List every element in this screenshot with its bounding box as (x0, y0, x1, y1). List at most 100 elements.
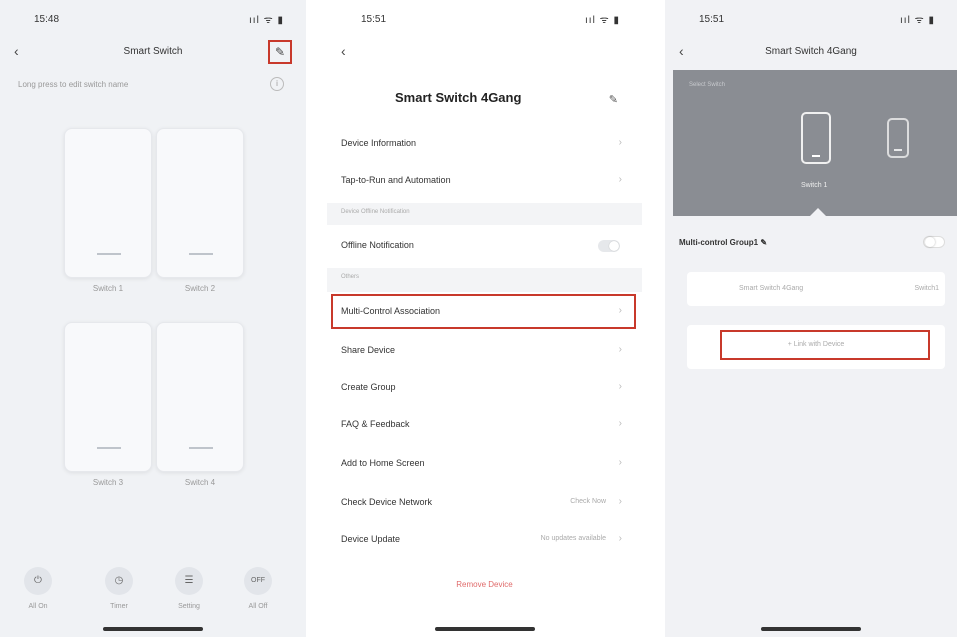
row-label: FAQ & Feedback (341, 419, 410, 429)
nav-bar: ‹ Smart Switch 4Gang (665, 40, 957, 64)
status-bar: 15:51 ııl ᯤ ▮ (327, 12, 642, 28)
nav-bar: ‹ (327, 40, 642, 64)
power-off-icon: OFF (244, 567, 272, 595)
section-header: Device Offline Notification (327, 203, 642, 225)
timer-icon: ◷ (105, 567, 133, 595)
info-icon[interactable]: i (270, 77, 284, 91)
setting-label: Setting (178, 603, 200, 610)
nav-bar: ‹ Smart Switch (0, 40, 306, 64)
switch-button-2[interactable] (156, 128, 244, 278)
linked-device-name: Smart Switch 4Gang (739, 285, 804, 292)
chevron-right-icon: › (618, 344, 622, 355)
row-share-device[interactable]: Share Device › (327, 333, 642, 370)
setting-button[interactable]: ☰ Setting (159, 567, 219, 610)
edit-hint: Long press to edit switch name (18, 80, 129, 89)
offline-notification-toggle[interactable] (598, 240, 620, 252)
status-bar: 15:51 ııl ᯤ ▮ (665, 12, 957, 28)
switch-dot (812, 155, 820, 157)
multi-control-group-label[interactable]: Multi-control Group1 ✎ (679, 238, 767, 247)
timer-button[interactable]: ◷ Timer (89, 567, 149, 610)
all-on-label: All On (28, 603, 48, 610)
status-bar: 15:48 ııl ᯤ ▮ (0, 12, 306, 28)
chevron-right-icon: › (618, 174, 622, 185)
page-title: Smart Switch (123, 46, 183, 57)
row-faq-feedback[interactable]: FAQ & Feedback › (327, 407, 642, 444)
status-time: 15:51 (361, 14, 387, 25)
all-off-button[interactable]: OFF All Off (228, 567, 288, 610)
row-tap-to-run[interactable]: Tap-to-Run and Automation › (327, 163, 642, 200)
switch-indicator (189, 447, 213, 449)
chevron-right-icon: › (618, 418, 622, 429)
switch-indicator (97, 447, 121, 449)
switch-button-1[interactable] (64, 128, 152, 278)
selector-pointer (810, 208, 826, 216)
device-name: Smart Switch 4Gang (395, 90, 522, 105)
section-label: Device Offline Notification (341, 209, 410, 215)
highlight-box-link (720, 330, 930, 360)
section-header: Others (327, 268, 642, 292)
linked-device-card[interactable]: Smart Switch 4Gang Switch1 (687, 272, 945, 306)
chevron-right-icon: › (618, 381, 622, 392)
switch-selector-banner: Select Switch Switch 1 (673, 70, 957, 216)
home-indicator (434, 627, 535, 631)
selected-switch-name: Switch 1 (801, 182, 828, 189)
switch-button-3[interactable] (64, 322, 152, 472)
row-label: Share Device (341, 345, 396, 355)
row-label: Device Information (341, 138, 417, 148)
page-title: Smart Switch 4Gang (765, 46, 857, 57)
settings-icon: ☰ (175, 567, 203, 595)
row-label: Create Group (341, 382, 396, 392)
switch-label-2: Switch 2 (184, 284, 216, 293)
section-label: Others (341, 274, 360, 280)
bottom-nav: ⏻ All On ◷ Timer ☰ Setting OFF All Off (0, 557, 306, 617)
chevron-right-icon: › (618, 533, 622, 544)
home-indicator (103, 627, 203, 631)
switch-label-1: Switch 1 (92, 284, 124, 293)
row-label: Check Device Network (341, 497, 433, 507)
row-add-to-home-screen[interactable]: Add to Home Screen › (327, 446, 642, 483)
chevron-right-icon: › (618, 137, 622, 148)
chevron-right-icon: › (618, 496, 622, 507)
pencil-edit-icon[interactable]: ✎ (275, 45, 285, 59)
back-chevron-icon[interactable]: ‹ (341, 43, 346, 59)
phone-screen-switch-panel: 15:48 ııl ᯤ ▮ ‹ Smart Switch ✎ Long pres… (0, 0, 306, 637)
all-on-button[interactable]: ⏻ All On (8, 567, 68, 610)
remove-device-button[interactable]: Remove Device (327, 580, 642, 589)
switch-1-icon[interactable] (801, 112, 831, 164)
status-icons: ııl ᯤ ▮ (900, 15, 935, 26)
highlight-box-multi-control (331, 294, 636, 329)
home-indicator (761, 627, 861, 631)
pencil-edit-icon[interactable]: ✎ (609, 93, 618, 106)
switch-indicator (189, 253, 213, 255)
row-device-information[interactable]: Device Information › (327, 126, 642, 163)
all-off-label: All Off (248, 603, 268, 610)
banner-caption: Select Switch (689, 82, 726, 88)
phone-screen-device-settings: 15:51 ııl ᯤ ▮ ‹ Smart Switch 4Gang ✎ Dev… (327, 0, 642, 637)
status-time: 15:48 (34, 14, 60, 25)
chevron-right-icon: › (618, 457, 622, 468)
row-label: Offline Notification (341, 240, 414, 250)
status-time: 15:51 (699, 14, 725, 25)
row-value: Check Now (570, 498, 606, 505)
power-icon: ⏻ (24, 567, 52, 595)
phone-screen-multi-control: 15:51 ııl ᯤ ▮ ‹ Smart Switch 4Gang Selec… (665, 0, 957, 637)
status-icons: ııl ᯤ ▮ (249, 15, 284, 26)
row-check-device-network[interactable]: Check Device Network Check Now › (327, 485, 642, 522)
row-device-update[interactable]: Device Update No updates available › (327, 522, 642, 559)
switch-dot (894, 149, 902, 151)
device-header: Smart Switch 4Gang ✎ (327, 85, 642, 115)
linked-switch-name: Switch1 (914, 285, 939, 292)
switch-label-4: Switch 4 (184, 478, 216, 487)
timer-label: Timer (110, 603, 128, 610)
multi-control-group-toggle[interactable] (923, 236, 945, 248)
status-icons: ııl ᯤ ▮ (585, 15, 620, 26)
switch-button-4[interactable] (156, 322, 244, 472)
switch-indicator (97, 253, 121, 255)
switch-label-3: Switch 3 (92, 478, 124, 487)
switch-2-icon[interactable] (887, 118, 909, 158)
row-label: Add to Home Screen (341, 458, 425, 468)
row-create-group[interactable]: Create Group › (327, 370, 642, 407)
row-label: Device Update (341, 534, 401, 544)
row-label: Tap-to-Run and Automation (341, 175, 451, 185)
row-offline-notification: Offline Notification (327, 228, 642, 265)
